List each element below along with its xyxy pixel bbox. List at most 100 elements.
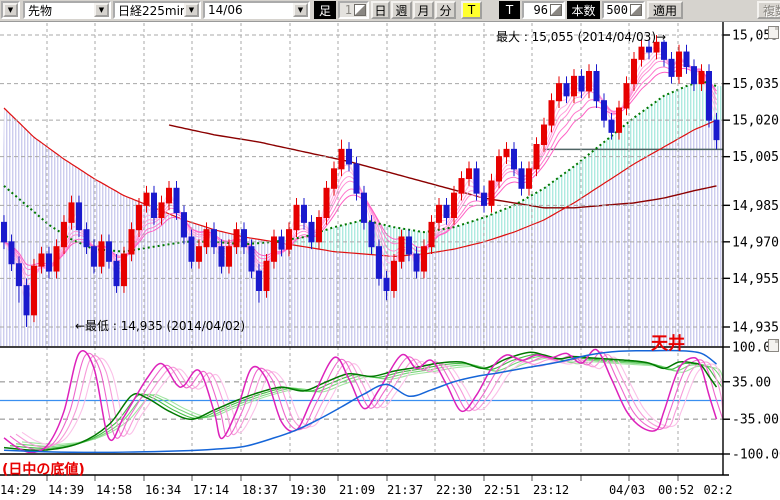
period-button-week[interactable]: 週 xyxy=(391,1,412,19)
candle-body xyxy=(167,188,172,203)
candle-body xyxy=(227,247,232,266)
candle-body xyxy=(197,247,202,262)
time-tick-label: 00:52 xyxy=(658,483,694,497)
candle-body xyxy=(377,247,382,279)
time-tick-label: 21:09 xyxy=(339,483,375,497)
time-tick-label: 22:30 xyxy=(436,483,472,497)
panel-note-icon[interactable] xyxy=(768,339,779,352)
intraday-bottom-annotation: (日中の底値) xyxy=(2,459,85,479)
price-tick-label: 15,005 xyxy=(732,150,779,165)
candle-body xyxy=(512,149,517,168)
candle-body xyxy=(339,149,344,168)
chevron-down-icon[interactable]: ▼ xyxy=(3,3,18,17)
candle-body xyxy=(452,193,457,217)
chevron-down-icon[interactable]: ▼ xyxy=(184,3,199,17)
time-tick-label: 14:29 xyxy=(0,483,36,497)
tick-mode-button[interactable]: T xyxy=(461,1,482,19)
candle-body xyxy=(362,193,367,222)
bar-type-label: 足 xyxy=(314,1,336,19)
rci-blue-line xyxy=(4,351,717,453)
price-chart-canvas[interactable]: 15,05515,03515,02015,00514,98514,97014,9… xyxy=(0,21,780,500)
candle-body xyxy=(174,188,179,212)
price-tick-label: 14,935 xyxy=(732,321,779,336)
interval-stepper[interactable]: 1 xyxy=(338,1,369,19)
chevron-down-icon[interactable]: ▼ xyxy=(94,3,109,17)
candle-body xyxy=(549,101,554,125)
symbol-select[interactable]: 日経225mini ▼ xyxy=(113,1,201,19)
time-tick-label: 16:34 xyxy=(145,483,181,497)
time-tick-label: 17:14 xyxy=(193,483,229,497)
multi-symbol-button[interactable]: 複数銘柄 xyxy=(757,1,780,19)
time-tick-label: 23:12 xyxy=(533,483,569,497)
price-tick-label: 14,955 xyxy=(732,272,779,287)
candle-body xyxy=(354,164,359,193)
candle-body xyxy=(602,101,607,120)
bar-count-value: 500 xyxy=(604,3,630,17)
mini-combo[interactable]: ▼ xyxy=(1,1,20,19)
candle-body xyxy=(392,261,397,290)
price-tick-label: 15,035 xyxy=(732,77,779,92)
candle-body xyxy=(677,52,682,76)
candle-body xyxy=(114,261,119,285)
candle-body xyxy=(17,264,22,286)
price-tick-label: 14,985 xyxy=(732,199,779,214)
candle-body xyxy=(182,213,187,237)
candle-body xyxy=(444,205,449,217)
period-button-minute[interactable]: 分 xyxy=(435,1,456,19)
min-price-annotation: ←最低 : 14,935 (2014/04/02) xyxy=(75,317,245,334)
candle-body xyxy=(707,72,712,121)
candle-body xyxy=(249,247,254,271)
candle-body xyxy=(24,286,29,315)
candle-body xyxy=(264,261,269,290)
symbol-value: 日経225mini xyxy=(115,2,184,19)
candle-body xyxy=(684,52,689,67)
candle-body xyxy=(414,254,419,271)
candle-body xyxy=(92,247,97,266)
spinner-icon[interactable] xyxy=(550,4,562,16)
candle-body xyxy=(557,84,562,101)
candle-body xyxy=(497,157,502,181)
candle-body xyxy=(572,76,577,95)
candle-body xyxy=(242,230,247,247)
candle-body xyxy=(504,149,509,156)
time-tick-label: 14:58 xyxy=(96,483,132,497)
candle-body xyxy=(384,278,389,290)
candle-body xyxy=(287,230,292,249)
candle-body xyxy=(564,84,569,96)
contract-month-select[interactable]: 14/06 ▼ xyxy=(203,1,310,19)
candle-body xyxy=(77,203,82,230)
candle-body xyxy=(32,266,37,315)
period-button-day[interactable]: 日 xyxy=(371,1,390,19)
candle-body xyxy=(332,169,337,188)
panel-note-icon[interactable] xyxy=(768,26,779,39)
time-tick-label: 14:39 xyxy=(48,483,84,497)
candle-body xyxy=(647,47,652,52)
candle-body xyxy=(212,230,217,247)
candle-body xyxy=(294,205,299,229)
oscillator-tick-label: -35.00 xyxy=(732,413,779,428)
candle-body xyxy=(302,205,307,222)
candle-body xyxy=(152,193,157,217)
candle-body xyxy=(234,230,239,247)
time-tick-label: 21:37 xyxy=(387,483,423,497)
chevron-down-icon[interactable]: ▼ xyxy=(293,3,308,17)
candle-body xyxy=(482,193,487,205)
candle-body xyxy=(474,169,479,193)
candle-body xyxy=(324,188,329,217)
rci-green-light-line xyxy=(10,354,723,448)
apply-button[interactable]: 適用 xyxy=(647,1,683,19)
t-count-stepper[interactable]: 96 xyxy=(522,1,565,19)
candle-body xyxy=(429,222,434,246)
candle-body xyxy=(347,149,352,164)
candle-body xyxy=(624,84,629,108)
candle-body xyxy=(639,47,644,59)
spinner-icon[interactable] xyxy=(630,4,642,16)
period-button-month[interactable]: 月 xyxy=(413,1,434,19)
bar-count-stepper[interactable]: 500 xyxy=(602,1,645,19)
spinner-icon[interactable] xyxy=(354,4,366,16)
oscillator-panel[interactable] xyxy=(0,349,723,452)
price-tick-label: 14,970 xyxy=(732,235,779,250)
instrument-category-value: 先物 xyxy=(25,2,94,19)
instrument-category-select[interactable]: 先物 ▼ xyxy=(23,1,111,19)
candle-body xyxy=(204,230,209,247)
